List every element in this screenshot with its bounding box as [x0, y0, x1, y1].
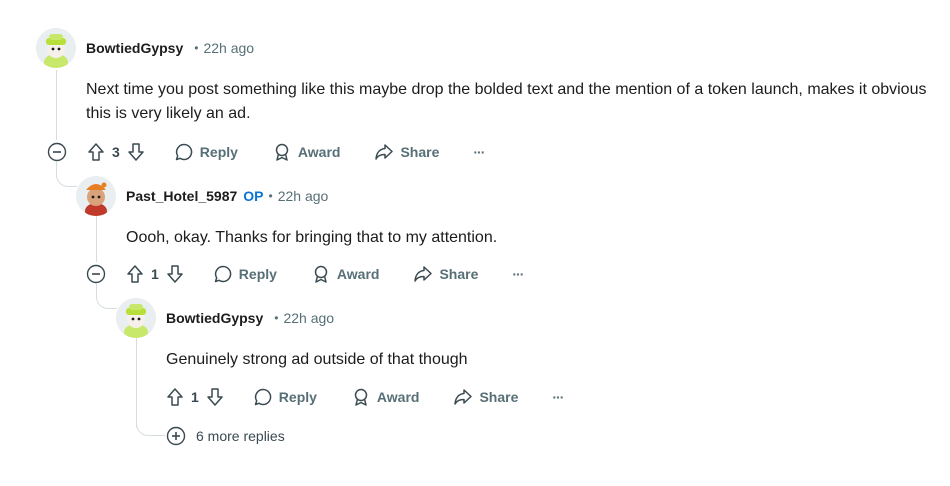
- timestamp[interactable]: 22h ago: [283, 310, 334, 326]
- share-label: Share: [400, 144, 440, 160]
- reply-label: Reply: [238, 266, 277, 282]
- award-icon: [351, 387, 371, 407]
- collapse-button[interactable]: [86, 264, 106, 284]
- thread-elbow-reply-2: [96, 284, 117, 309]
- thread-elbow-more: [136, 405, 165, 436]
- comment-actions: 3 Reply Award Share ···: [86, 136, 518, 168]
- more-replies-label: 6 more replies: [196, 428, 285, 444]
- reply-button[interactable]: Reply: [253, 387, 317, 407]
- share-label: Share: [439, 266, 479, 282]
- upvote-icon[interactable]: [125, 264, 145, 284]
- author-name[interactable]: BowtiedGypsy: [86, 40, 183, 56]
- thread-line-root: [56, 70, 57, 140]
- reply-button[interactable]: Reply: [174, 142, 238, 162]
- collapse-minus-icon: [47, 142, 67, 162]
- award-icon: [311, 264, 331, 284]
- vote-control: 3: [86, 142, 146, 162]
- award-label: Award: [376, 389, 420, 405]
- downvote-icon[interactable]: [165, 264, 185, 284]
- reply-button[interactable]: Reply: [213, 264, 277, 284]
- op-badge: OP: [243, 188, 264, 204]
- avatar[interactable]: [36, 28, 76, 68]
- reply-label: Reply: [199, 144, 238, 160]
- collapse-minus-icon: [86, 264, 106, 284]
- share-button[interactable]: Share: [413, 264, 478, 284]
- speech-bubble-icon: [213, 264, 233, 284]
- separator-dot: •: [274, 311, 279, 325]
- upvote-icon[interactable]: [165, 387, 185, 407]
- vote-count: 1: [191, 389, 199, 405]
- share-arrow-icon: [374, 142, 394, 162]
- plus-circle-icon: [166, 426, 186, 446]
- comment-actions: 1 Reply Award Share ···: [125, 258, 557, 290]
- award-label: Award: [336, 266, 380, 282]
- more-options-button[interactable]: ···: [473, 144, 485, 160]
- timestamp[interactable]: 22h ago: [203, 40, 254, 56]
- ellipsis-icon: ···: [473, 144, 485, 160]
- more-replies-button[interactable]: 6 more replies: [166, 426, 285, 446]
- comment-meta: BowtiedGypsy • 22h ago: [166, 310, 334, 326]
- award-icon: [272, 142, 292, 162]
- timestamp[interactable]: 22h ago: [278, 188, 329, 204]
- thread-elbow-reply-1: [56, 162, 77, 187]
- award-label: Award: [297, 144, 341, 160]
- comment-text: Next time you post something like this m…: [86, 81, 927, 122]
- share-arrow-icon: [413, 264, 433, 284]
- comment-meta: Past_Hotel_5987 OP • 22h ago: [126, 188, 328, 204]
- vote-count: 3: [112, 144, 120, 160]
- green-hat-avatar-icon: [36, 28, 76, 68]
- separator-dot: •: [268, 189, 273, 203]
- vote-control: 1: [125, 264, 185, 284]
- orange-character-avatar-icon: [76, 176, 116, 216]
- comment-text: Oooh, okay. Thanks for bringing that to …: [126, 229, 498, 246]
- comment-actions: 1 Reply Award Share ···: [165, 381, 597, 413]
- vote-control: 1: [165, 387, 225, 407]
- ellipsis-icon: ···: [552, 389, 564, 405]
- ellipsis-icon: ···: [512, 266, 524, 282]
- vote-count: 1: [151, 266, 159, 282]
- speech-bubble-icon: [174, 142, 194, 162]
- avatar[interactable]: [76, 176, 116, 216]
- award-button[interactable]: Award: [311, 264, 380, 284]
- award-button[interactable]: Award: [351, 387, 420, 407]
- share-button[interactable]: Share: [453, 387, 518, 407]
- upvote-icon[interactable]: [86, 142, 106, 162]
- green-hat-avatar-icon: [116, 298, 156, 338]
- reply-label: Reply: [278, 389, 317, 405]
- author-name[interactable]: Past_Hotel_5987: [126, 188, 237, 204]
- more-options-button[interactable]: ···: [552, 389, 564, 405]
- downvote-icon[interactable]: [126, 142, 146, 162]
- more-options-button[interactable]: ···: [512, 266, 524, 282]
- comment-meta: BowtiedGypsy • 22h ago: [86, 40, 254, 56]
- share-label: Share: [479, 389, 519, 405]
- collapse-button[interactable]: [47, 142, 67, 162]
- speech-bubble-icon: [253, 387, 273, 407]
- thread-line-reply-1: [96, 216, 97, 262]
- downvote-icon[interactable]: [205, 387, 225, 407]
- separator-dot: •: [194, 41, 199, 55]
- author-name[interactable]: BowtiedGypsy: [166, 310, 263, 326]
- share-button[interactable]: Share: [374, 142, 439, 162]
- comment-text: Genuinely strong ad outside of that thou…: [166, 351, 468, 368]
- avatar[interactable]: [116, 298, 156, 338]
- award-button[interactable]: Award: [272, 142, 341, 162]
- share-arrow-icon: [453, 387, 473, 407]
